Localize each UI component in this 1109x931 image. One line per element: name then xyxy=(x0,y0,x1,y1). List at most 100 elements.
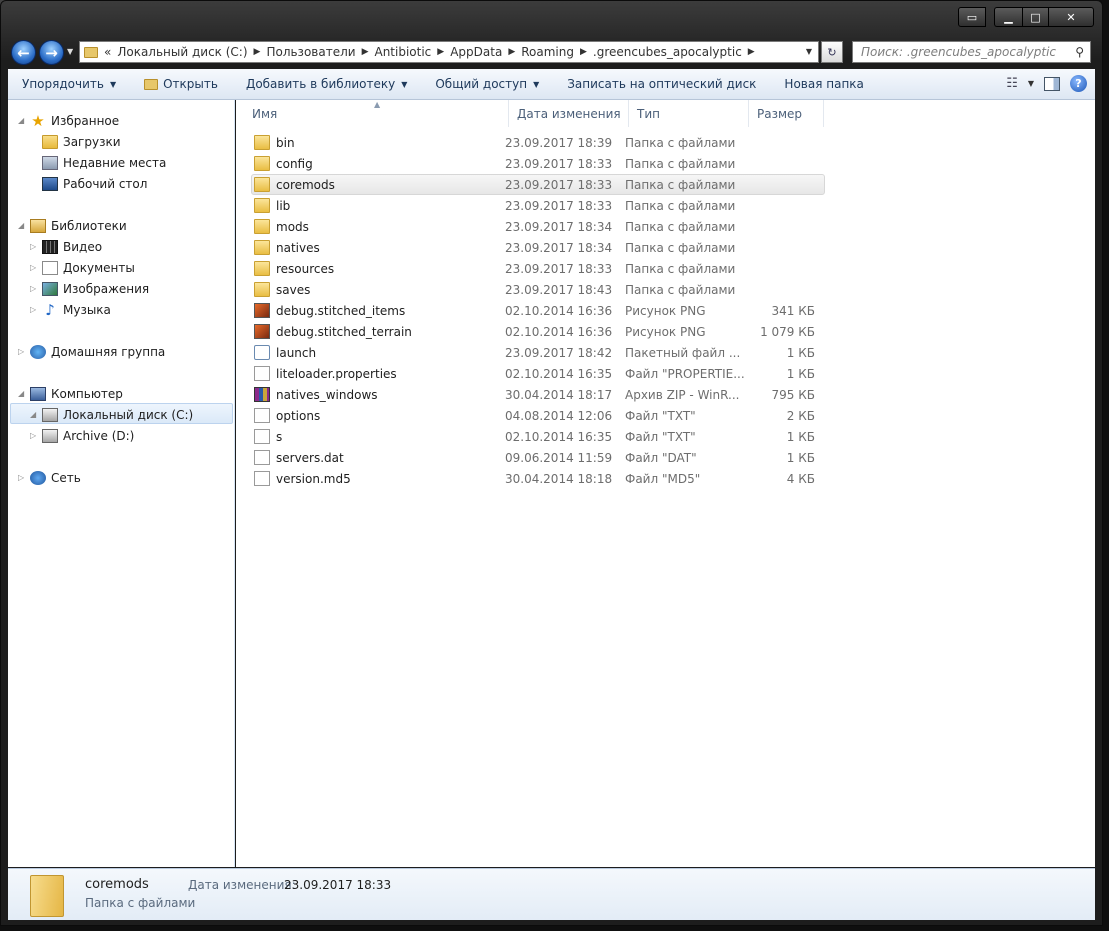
file-row[interactable]: version.md5 30.04.2014 18:18 Файл "MD5" 4 К… xyxy=(250,468,825,489)
sidebar-item-local-disk[interactable]: ◢ Локальный диск (C:) xyxy=(30,404,193,425)
file-row[interactable]: saves 23.09.2017 18:43 Папка с файлами xyxy=(250,279,825,300)
file-row[interactable]: launch 23.09.2017 18:42 Пакетный файл ... 1… xyxy=(250,342,825,363)
back-button[interactable]: ← xyxy=(11,40,36,65)
minimize-button[interactable]: ▁ xyxy=(994,7,1022,27)
add-to-library-button[interactable]: Добавить в библиотеку ▼ xyxy=(232,77,421,91)
file-type: Папка с файлами xyxy=(625,261,736,276)
sidebar-item-favorites[interactable]: ◢ ★ Избранное xyxy=(18,110,119,131)
breadcrumb-item[interactable]: Локальный диск (C:) xyxy=(111,45,253,59)
file-type: Файл "PROPERTIE... xyxy=(625,366,745,381)
file-row[interactable]: mods 23.09.2017 18:34 Папка с файлами xyxy=(250,216,825,237)
breadcrumb-item[interactable]: Roaming xyxy=(515,45,580,59)
sidebar-item-network[interactable]: ▷ Сеть xyxy=(18,467,81,488)
expand-icon[interactable]: ◢ xyxy=(18,389,28,398)
sidebar-item-images[interactable]: ▷ Изображения xyxy=(30,278,149,299)
collapse-icon[interactable]: ▷ xyxy=(18,347,28,356)
search-icon[interactable]: ⚲ xyxy=(1075,45,1084,59)
screen-switch-icon[interactable]: ▭ xyxy=(958,7,986,27)
new-folder-button[interactable]: Новая папка xyxy=(770,77,877,91)
file-date: 23.09.2017 18:43 xyxy=(505,282,613,297)
help-icon[interactable]: ? xyxy=(1070,75,1087,92)
history-dropdown-icon[interactable]: ▼ xyxy=(67,47,73,56)
collapse-icon[interactable]: ▷ xyxy=(30,242,40,251)
sidebar-item-downloads[interactable]: Загрузки xyxy=(30,131,121,152)
file-type: Файл "DAT" xyxy=(625,450,697,465)
breadcrumb-separator-icon[interactable]: ▶ xyxy=(580,47,587,57)
file-row[interactable]: servers.dat 09.06.2014 11:59 Файл "DAT" 1 К… xyxy=(250,447,825,468)
maximize-button[interactable]: □ xyxy=(1022,7,1048,27)
sidebar-item-desktop[interactable]: Рабочий стол xyxy=(30,173,147,194)
refresh-button[interactable]: ↻ xyxy=(821,41,843,63)
breadcrumb-overflow[interactable]: « xyxy=(104,45,111,59)
sidebar-item-recent[interactable]: Недавние места xyxy=(30,152,166,173)
organize-button[interactable]: Упорядочить ▼ xyxy=(8,77,130,91)
organize-label: Упорядочить xyxy=(22,77,104,91)
close-button[interactable]: ✕ xyxy=(1048,7,1094,27)
file-row[interactable]: liteloader.properties 02.10.2014 16:35 Фай… xyxy=(250,363,825,384)
file-row[interactable]: natives 23.09.2017 18:34 Папка с файлами xyxy=(250,237,825,258)
collapse-icon[interactable]: ▷ xyxy=(30,305,40,314)
breadcrumb-separator-icon[interactable]: ▶ xyxy=(508,47,515,57)
sidebar-item-video[interactable]: ▷ Видео xyxy=(30,236,102,257)
sidebar-item-homegroup[interactable]: ▷ Домашняя группа xyxy=(18,341,165,362)
details-date-label: Дата изменения: xyxy=(188,878,296,892)
share-button[interactable]: Общий доступ ▼ xyxy=(421,77,553,91)
file-date: 02.10.2014 16:35 xyxy=(505,366,613,381)
sidebar-item-libraries[interactable]: ◢ Библиотеки xyxy=(18,215,127,236)
file-list: Имя ▲ Дата изменения Тип Размер bin 23.09.… xyxy=(236,100,1095,867)
collapse-icon[interactable]: ▷ xyxy=(30,263,40,272)
file-row[interactable]: config 23.09.2017 18:33 Папка с файлами xyxy=(250,153,825,174)
breadcrumb-item[interactable]: Antibiotic xyxy=(368,45,437,59)
sidebar-item-music[interactable]: ▷ ♪ Музыка xyxy=(30,299,111,320)
search-input[interactable]: Поиск: .greencubes_apocalyptic ⚲ xyxy=(852,41,1091,63)
column-header-date[interactable]: Дата изменения xyxy=(509,100,629,127)
open-button[interactable]: Открыть xyxy=(130,77,232,91)
folder-icon xyxy=(254,198,270,213)
address-dropdown-icon[interactable]: ▼ xyxy=(806,47,812,56)
sidebar-item-documents[interactable]: ▷ Документы xyxy=(30,257,135,278)
sidebar-item-computer[interactable]: ◢ Компьютер xyxy=(18,383,123,404)
forward-button[interactable]: → xyxy=(39,40,64,65)
file-row[interactable]: s 02.10.2014 16:35 Файл "TXT" 1 КБ xyxy=(250,426,825,447)
breadcrumb-separator-icon[interactable]: ▶ xyxy=(362,47,369,57)
file-size: 1 КБ xyxy=(786,450,815,465)
breadcrumb-separator-icon[interactable]: ▶ xyxy=(437,47,444,57)
burn-button[interactable]: Записать на оптический диск xyxy=(553,77,770,91)
file-row[interactable]: debug.stitched_terrain 02.10.2014 16:36 Ри… xyxy=(250,321,825,342)
local-disk-icon xyxy=(42,407,58,422)
expand-icon[interactable]: ◢ xyxy=(30,410,40,419)
file-name: servers.dat xyxy=(276,450,344,465)
file-row[interactable]: options 04.08.2014 12:06 Файл "TXT" 2 КБ xyxy=(250,405,825,426)
details-type: Папка с файлами xyxy=(85,896,196,910)
breadcrumb-separator-icon[interactable]: ▶ xyxy=(748,47,755,57)
breadcrumb-separator-icon[interactable]: ▶ xyxy=(254,47,261,57)
file-row[interactable]: debug.stitched_items 02.10.2014 16:36 Рису… xyxy=(250,300,825,321)
column-header-type[interactable]: Тип xyxy=(629,100,749,127)
sidebar-item-archive[interactable]: ▷ Archive (D:) xyxy=(30,425,134,446)
file-size: 1 КБ xyxy=(786,345,815,360)
sidebar-item-label: Рабочий стол xyxy=(63,176,148,191)
file-row[interactable]: lib 23.09.2017 18:33 Папка с файлами xyxy=(250,195,825,216)
views-icon[interactable]: ☷ xyxy=(1006,76,1018,91)
folder-icon xyxy=(254,177,270,192)
file-row[interactable]: resources 23.09.2017 18:33 Папка с файлами xyxy=(250,258,825,279)
breadcrumb-item[interactable]: AppData xyxy=(444,45,508,59)
breadcrumb-item[interactable]: Пользователи xyxy=(260,45,361,59)
breadcrumb-item[interactable]: .greencubes_apocalyptic xyxy=(587,45,748,59)
file-row-selected[interactable]: coremods 23.09.2017 18:33 Папка с файлами xyxy=(250,174,825,195)
file-row[interactable]: natives_windows 30.04.2014 18:17 Архив ZIP… xyxy=(250,384,825,405)
collapse-icon[interactable]: ▷ xyxy=(18,473,28,482)
chevron-down-icon[interactable]: ▼ xyxy=(1028,79,1034,88)
file-row[interactable]: bin 23.09.2017 18:39 Папка с файлами xyxy=(250,132,825,153)
address-bar[interactable]: « Локальный диск (C:) ▶ Пользователи ▶ Ant… xyxy=(79,41,819,63)
collapse-icon[interactable]: ▷ xyxy=(30,431,40,440)
file-type: Папка с файлами xyxy=(625,198,736,213)
preview-pane-icon[interactable] xyxy=(1044,76,1060,91)
text-file-icon xyxy=(254,408,270,423)
expand-icon[interactable]: ◢ xyxy=(18,221,28,230)
sidebar-item-label: Библиотеки xyxy=(51,218,127,233)
collapse-icon[interactable]: ▷ xyxy=(30,284,40,293)
column-header-name[interactable]: Имя ▲ xyxy=(244,100,509,127)
expand-icon[interactable]: ◢ xyxy=(18,116,28,125)
column-header-size[interactable]: Размер xyxy=(749,100,824,127)
